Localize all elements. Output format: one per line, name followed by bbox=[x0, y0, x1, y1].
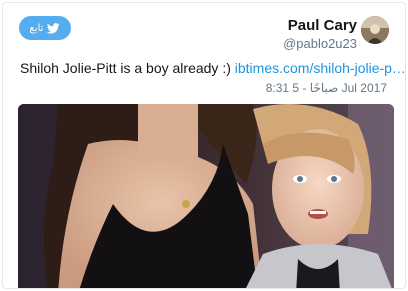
follow-label: تابع bbox=[29, 22, 44, 34]
tweet-photo[interactable] bbox=[18, 104, 394, 288]
tweet-body: Shiloh Jolie-Pitt is a boy already :) bbox=[20, 60, 231, 76]
avatar[interactable] bbox=[361, 16, 389, 44]
embedded-tweet-card: تابع Paul Cary @pablo2u23 Shiloh Jolie-P… bbox=[2, 2, 406, 289]
photo-illustration bbox=[18, 104, 394, 288]
avatar-image bbox=[361, 16, 389, 44]
author-name[interactable]: Paul Cary bbox=[283, 17, 357, 34]
tweet-author[interactable]: Paul Cary @pablo2u23 bbox=[283, 17, 357, 52]
twitter-bird-icon bbox=[47, 22, 61, 34]
tweet-link[interactable]: ibtimes.com/shiloh-jolie-p… bbox=[235, 60, 405, 76]
tweet-timestamp[interactable]: 8:31 صباحًا - 5 Jul 2017 bbox=[266, 81, 387, 95]
tweet-text: Shiloh Jolie-Pitt is a boy already :) ib… bbox=[20, 60, 405, 76]
follow-button[interactable]: تابع bbox=[19, 16, 71, 40]
author-handle[interactable]: @pablo2u23 bbox=[283, 35, 357, 52]
